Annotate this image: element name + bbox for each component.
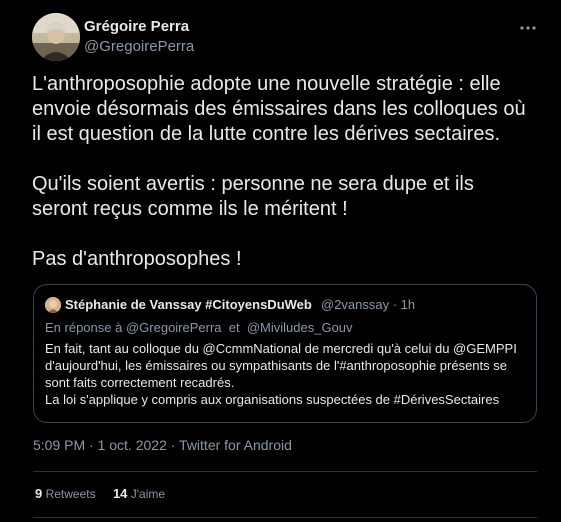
retweets-label: Retweets	[45, 487, 96, 501]
tweet-paragraph: Qu'ils soient avertis : personne ne sera…	[32, 173, 474, 220]
likes-label: J'aime	[130, 487, 166, 501]
author-handle[interactable]: @GregoirePerra	[84, 38, 194, 55]
reply-user-link[interactable]: @Miviludes_Gouv	[247, 320, 353, 335]
author-name[interactable]: Grégoire Perra	[84, 18, 189, 35]
quote-avatar	[45, 297, 61, 313]
tweet-timestamp[interactable]: 5:09 PM · 1 oct. 2022 · Twitter for Andr…	[33, 437, 292, 453]
likes-count: 14	[112, 486, 128, 501]
reply-and: et	[228, 320, 240, 335]
likes-stat[interactable]: 14 J'aime	[113, 486, 165, 501]
tweet-text: L'anthroposophie adopte une nouvelle str…	[32, 72, 532, 272]
tweet-paragraph: L'anthroposophie adopte une nouvelle str…	[32, 73, 526, 145]
quote-handle-time: @2vanssay · 1h	[321, 297, 416, 312]
divider	[33, 517, 537, 518]
quote-reply-context: En réponse à @GregoirePerra et @Mivilude…	[45, 320, 353, 335]
quote-paragraph: En fait, tant au colloque du @CcmmNation…	[45, 341, 517, 390]
retweets-count: 9	[35, 486, 43, 501]
quote-avatar-image	[45, 297, 61, 313]
divider	[33, 471, 537, 472]
avatar[interactable]	[32, 13, 80, 61]
more-button[interactable]	[516, 16, 540, 40]
reply-prefix: En réponse à	[45, 320, 123, 335]
quote-author-name: Stéphanie de Vanssay #CitoyensDuWeb	[65, 297, 312, 312]
more-horizontal-icon	[520, 26, 536, 30]
quote-paragraph: La loi s'applique y compris aux organisa…	[45, 392, 500, 407]
retweets-stat[interactable]: 9 Retweets	[35, 486, 96, 501]
reply-user-link[interactable]: @GregoirePerra	[126, 320, 222, 335]
tweet-stats: 9 Retweets 14 J'aime	[35, 486, 179, 501]
avatar-image	[32, 13, 80, 61]
tweet-paragraph: Pas d'anthroposophes !	[32, 248, 242, 270]
quoted-tweet[interactable]: Stéphanie de Vanssay #CitoyensDuWeb @2va…	[33, 284, 537, 423]
quote-body: En fait, tant au colloque du @CcmmNation…	[45, 340, 531, 408]
tweet: Grégoire Perra @GregoirePerra L'anthropo…	[0, 0, 561, 522]
